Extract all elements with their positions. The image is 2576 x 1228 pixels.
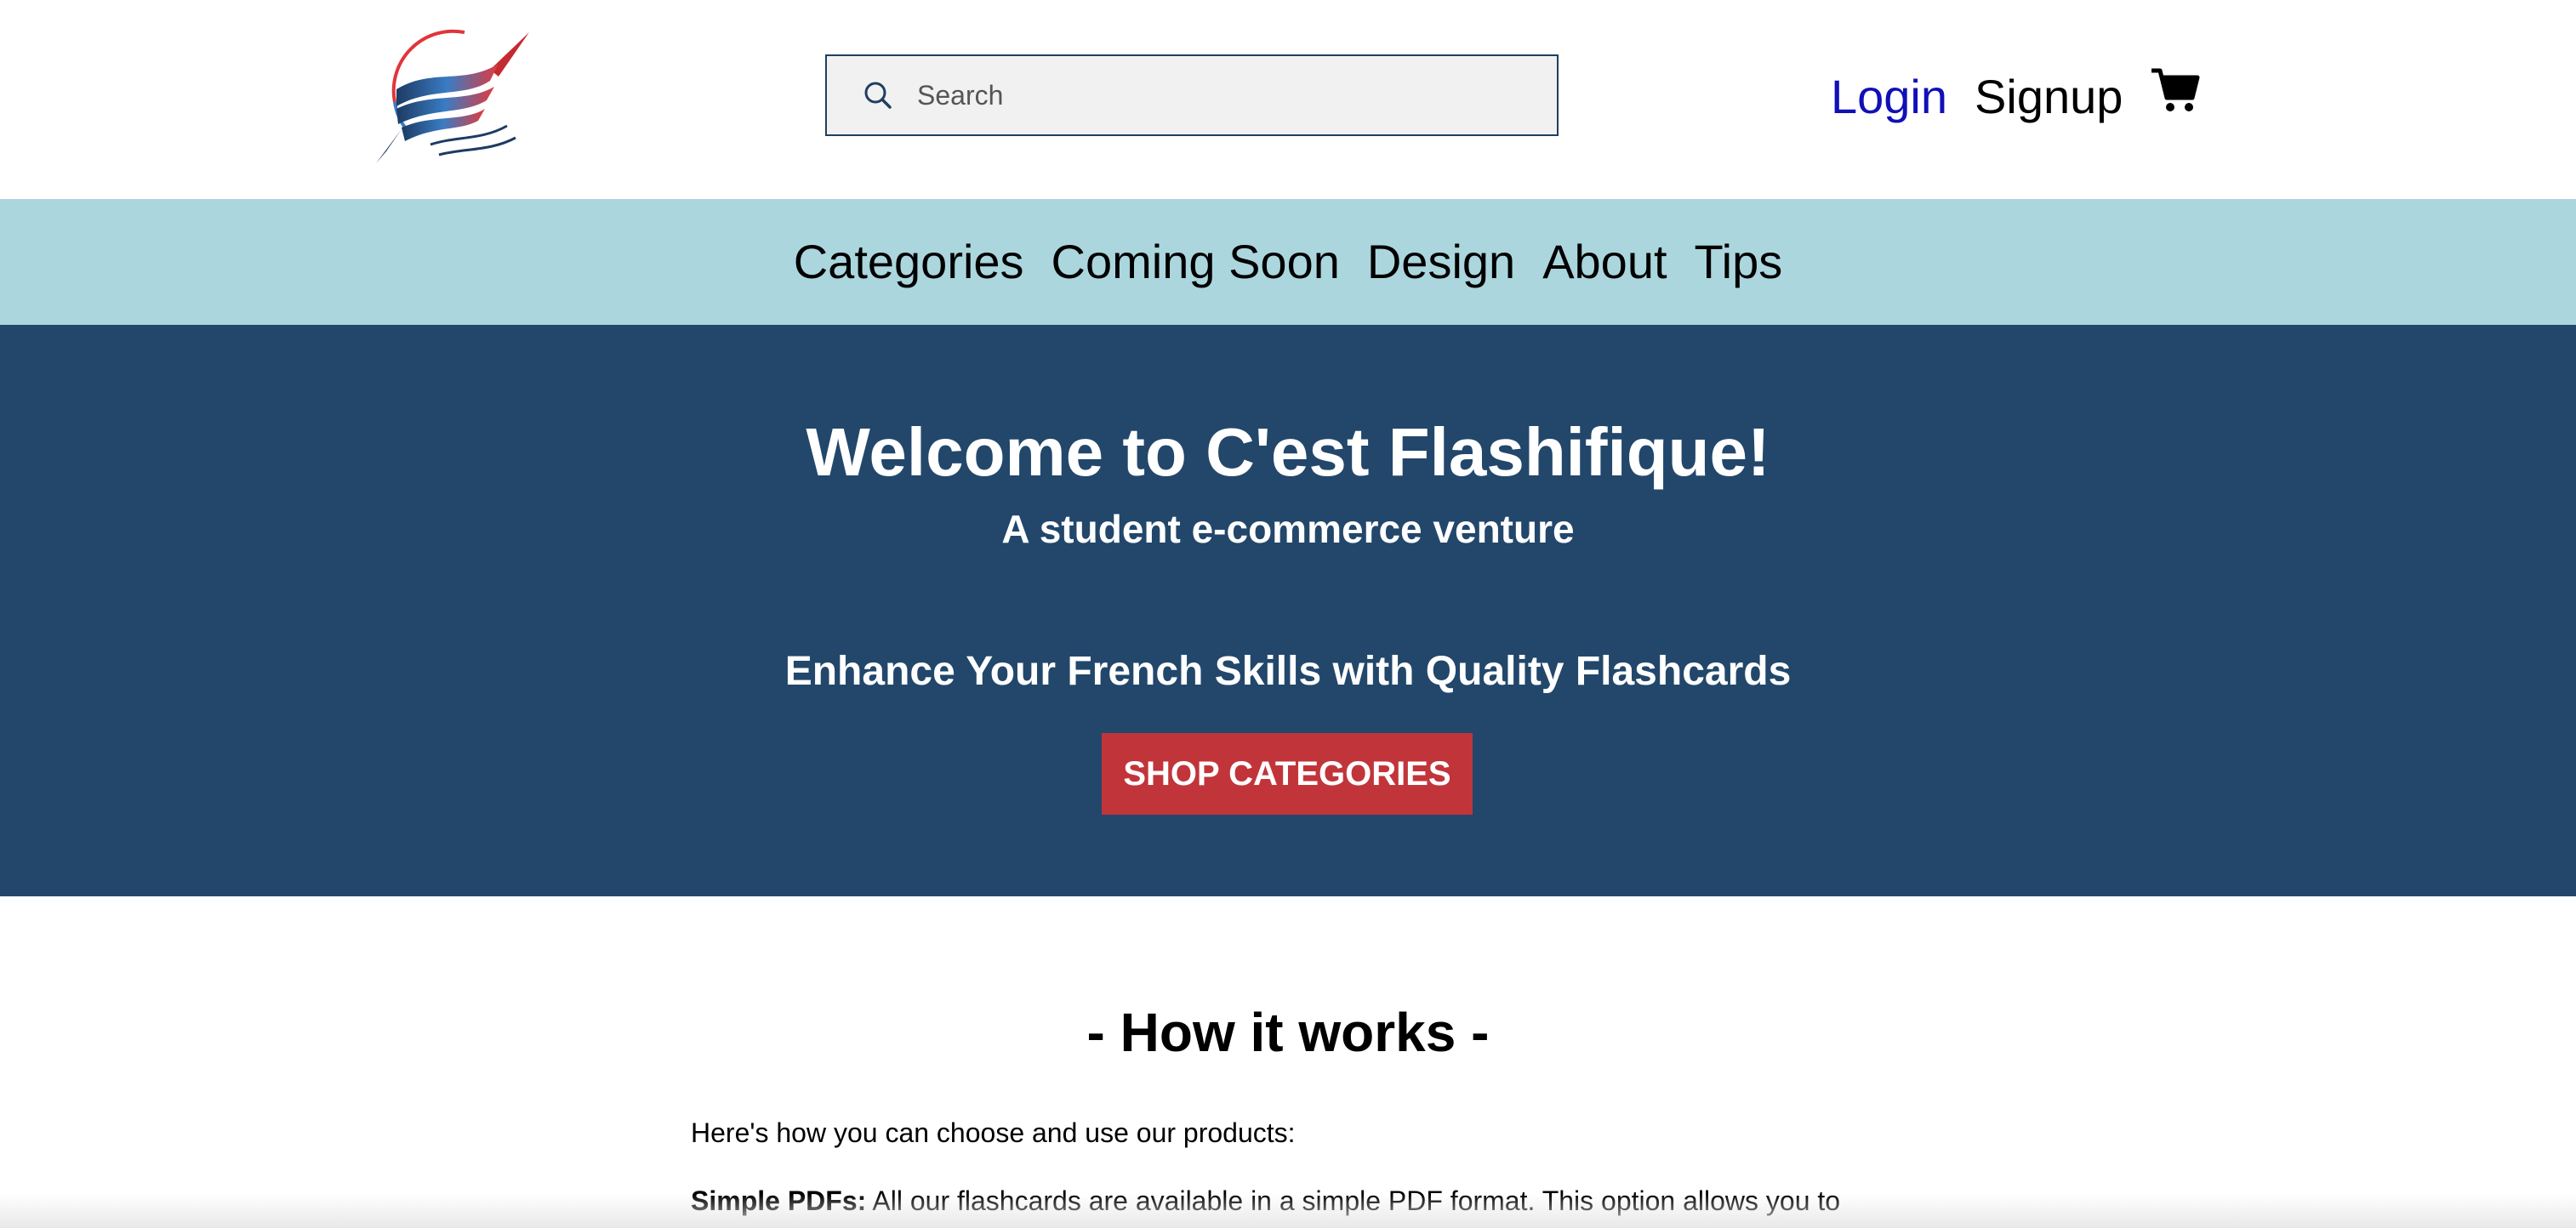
search-icon [864, 82, 892, 109]
site-logo[interactable] [371, 26, 541, 170]
hero-subtitle: A student e-commerce venture [1001, 507, 1575, 551]
search-box[interactable] [825, 54, 1559, 136]
simple-pdfs-text: All our flashcards are available in a si… [866, 1185, 1841, 1216]
hero-title: Welcome to C'est Flashifique! [806, 414, 1770, 490]
simple-pdfs-label: Simple PDFs: [691, 1185, 867, 1216]
cart-link[interactable] [2150, 64, 2201, 131]
nav-design[interactable]: Design [1367, 199, 1515, 325]
shop-categories-button[interactable]: SHOP CATEGORIES [1102, 733, 1473, 815]
nav-coming-soon[interactable]: Coming Soon [1051, 199, 1340, 325]
hero-banner: Welcome to C'est Flashifique! A student … [0, 325, 2576, 896]
how-it-works-intro: Here's how you can choose and use our pr… [691, 1117, 1296, 1148]
main-nav: Categories Coming Soon Design About Tips [0, 199, 2576, 325]
nav-about[interactable]: About [1542, 199, 1667, 325]
how-it-works-section: - How it works - Here's how you can choo… [0, 896, 2576, 1228]
simple-pdfs-paragraph: Simple PDFs: All our flashcards are avai… [691, 1182, 1840, 1219]
login-link[interactable]: Login [1831, 65, 1947, 129]
nav-tips[interactable]: Tips [1695, 199, 1783, 325]
how-it-works-title: - How it works - [1086, 1002, 1490, 1063]
signup-link[interactable]: Signup [1975, 65, 2123, 129]
site-header: Login Signup [0, 0, 2576, 199]
cart-icon [2151, 68, 2200, 111]
auth-links: Login Signup [1831, 65, 2201, 129]
hero-tagline: Enhance Your French Skills with Quality … [784, 649, 1792, 694]
search-input[interactable] [917, 70, 1513, 121]
pen-wave-logo-icon [376, 29, 529, 163]
nav-categories[interactable]: Categories [794, 199, 1024, 325]
